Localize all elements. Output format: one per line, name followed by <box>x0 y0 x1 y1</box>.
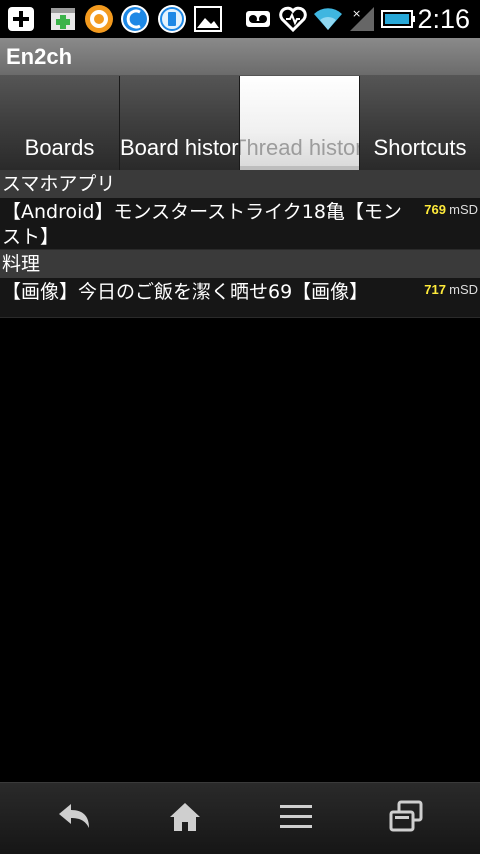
app-title: En2ch <box>6 44 73 69</box>
blue-app-icon <box>119 5 151 33</box>
thread-row[interactable]: 【画像】今日のご飯を潔く晒せ69【画像】 717 mSD <box>0 278 480 318</box>
gallery-icon <box>192 5 224 33</box>
back-button[interactable] <box>15 783 135 854</box>
sd-card-icon <box>48 5 78 33</box>
thread-row[interactable]: 【Android】モンスターストライク18亀【モンスト】 769 mSD <box>0 198 480 250</box>
tab-board-history[interactable]: Board histor <box>120 76 240 170</box>
home-button[interactable] <box>125 783 245 854</box>
board-tag: mSD <box>449 202 478 217</box>
battery-widget-icon <box>156 5 188 33</box>
group-header: スマホアプリ <box>0 170 480 198</box>
navigation-bar <box>0 782 480 854</box>
tab-label: Shortcuts <box>373 135 467 160</box>
recent-apps-icon <box>389 800 423 838</box>
response-count: 717 <box>424 282 446 297</box>
tab-bar: Boards Board histor Thread histor Shortc… <box>0 76 480 170</box>
tab-label: Board histor <box>120 135 239 160</box>
thread-history-list: スマホアプリ 【Android】モンスターストライク18亀【モンスト】 769 … <box>0 170 480 318</box>
tab-thread-history[interactable]: Thread histor <box>240 76 360 170</box>
app-title-bar: En2ch <box>0 38 480 76</box>
clock: 2:16 <box>417 4 470 34</box>
tab-label: Thread histor <box>240 135 360 160</box>
voicemail-icon <box>244 5 272 33</box>
svg-text:×: × <box>352 7 361 20</box>
signal-icon: × <box>348 5 376 33</box>
menu-button[interactable] <box>236 783 356 854</box>
tab-boards[interactable]: Boards <box>0 76 120 170</box>
response-count: 769 <box>424 202 446 217</box>
menu-icon <box>279 803 313 835</box>
group-header: 料理 <box>0 250 480 278</box>
board-tag: mSD <box>449 282 478 297</box>
usb-debug-icon <box>6 5 36 33</box>
thread-title: 【画像】今日のご飯を潔く晒せ69【画像】 <box>2 281 369 303</box>
back-icon <box>57 802 93 836</box>
orange-app-icon <box>83 5 115 33</box>
status-bar: × 2:16 <box>0 0 480 38</box>
recent-apps-button[interactable] <box>346 783 466 854</box>
tab-label: Boards <box>24 135 95 160</box>
health-app-icon <box>278 5 308 33</box>
battery-icon <box>380 5 416 33</box>
tab-shortcuts[interactable]: Shortcuts <box>360 76 480 170</box>
wifi-icon <box>312 5 344 33</box>
thread-title: 【Android】モンスターストライク18亀【モンスト】 <box>2 201 402 248</box>
home-icon <box>168 801 202 837</box>
